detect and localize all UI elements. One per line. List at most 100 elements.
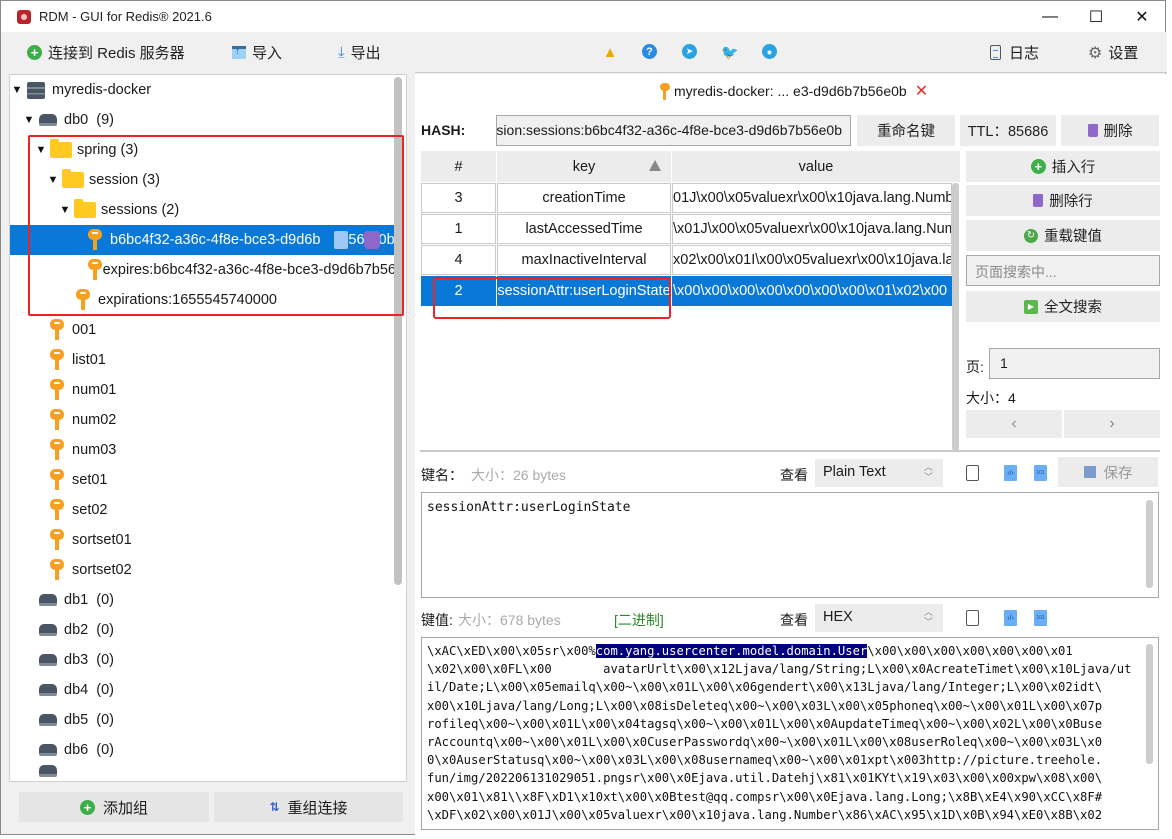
table-scrollbar[interactable] — [952, 183, 959, 451]
hex-scrollbar[interactable] — [1146, 644, 1153, 764]
rename-key-button[interactable]: 重命名键 — [857, 115, 955, 146]
expand-arrow-icon[interactable]: ▼ — [34, 144, 48, 156]
db-count: (9) — [96, 112, 114, 128]
tree-key-item[interactable]: num03 — [10, 435, 396, 465]
github-icon[interactable]: ● — [762, 44, 777, 59]
next-page-button[interactable]: › — [1064, 410, 1160, 438]
row-index-cell[interactable]: 4 — [421, 245, 496, 275]
row-key-cell[interactable]: maxInactiveInterval — [497, 245, 671, 275]
delete-key-icon[interactable] — [364, 231, 380, 249]
expand-arrow-icon[interactable]: ▼ — [22, 114, 36, 126]
key-name-size: 大小：26 bytes — [471, 467, 566, 483]
tree-key-item[interactable]: set01 — [10, 465, 396, 495]
tree-folder-sessions[interactable]: ▼ sessions (2) — [10, 195, 396, 225]
key-value-format-select[interactable]: HEX ︿ ﹀ — [815, 604, 943, 632]
hex-text: rAccountq\x00~\x00\x01L\x00\x0CuserPassw… — [427, 735, 1103, 750]
tree-server-node[interactable]: ▼ myredis-docker — [10, 75, 396, 105]
tree-key-session-selected[interactable]: b6bc4f32-a36c-4f8e-bce3-d9d6b 56 0b — [10, 225, 396, 255]
key-name-format-select[interactable]: Plain Text ︿ ﹀ — [815, 459, 943, 487]
close-window-button[interactable]: ✕ — [1119, 1, 1165, 32]
expand-arrow-icon[interactable]: ▼ — [10, 84, 24, 96]
tree-key-expires[interactable]: expires:b6bc4f32-a36c-4f8e-bce3-d9d6b7b5… — [10, 255, 396, 285]
tree-key-item[interactable]: 001 — [10, 315, 396, 345]
code-file-icon[interactable]: ‹/› — [1004, 465, 1017, 481]
database-icon — [39, 684, 57, 696]
delete-key-button[interactable]: 删除 — [1061, 115, 1159, 146]
export-button[interactable]: ⤓ 导出 — [338, 42, 381, 63]
tree-folder-session[interactable]: ▼ session (3) — [10, 165, 396, 195]
row-value-cell[interactable]: \x00\x00\x00\x00\x00\x00\x00\x01\x02\x00 — [672, 276, 952, 306]
delete-row-button[interactable]: 删除行 — [966, 185, 1160, 216]
regroup-connections-button[interactable]: ⇅ 重组连接 — [214, 792, 403, 822]
tree-scrollbar[interactable] — [394, 77, 402, 585]
tree-db0-node[interactable]: ▼ db0 (9) — [10, 105, 396, 135]
column-header-index[interactable]: # — [421, 151, 496, 182]
connect-server-button[interactable]: + 连接到 Redis 服务器 — [27, 42, 185, 63]
copy-clipboard-icon[interactable] — [966, 465, 979, 481]
copy-clipboard-icon[interactable] — [966, 610, 979, 626]
close-tab-icon[interactable]: ✕ — [915, 81, 928, 101]
row-index-cell[interactable]: 3 — [421, 183, 496, 213]
import-button[interactable]: 导入 — [232, 42, 282, 63]
row-value-cell[interactable]: 01J\x00\x05valuexr\x00\x10java.lang.Numb… — [672, 183, 952, 213]
page-number-input[interactable]: 1 — [989, 348, 1160, 379]
tree-folder-spring[interactable]: ▼ spring (3) — [10, 135, 396, 165]
tree-key-item[interactable]: set02 — [10, 495, 396, 525]
db-count: (0) — [96, 742, 114, 758]
row-key-cell[interactable]: sessionAttr:userLoginState — [497, 276, 671, 306]
add-icon: + — [27, 45, 42, 60]
tree-key-item[interactable]: num02 — [10, 405, 396, 435]
row-index-cell[interactable]: 2 — [421, 276, 496, 306]
tree-key-item[interactable]: sortset02 — [10, 555, 396, 585]
key-name-textarea[interactable]: sessionAttr:userLoginState — [421, 492, 1159, 598]
save-button[interactable]: 保存 — [1058, 457, 1158, 487]
reload-value-button[interactable]: ↻ 重载键值 — [966, 220, 1160, 251]
fulltext-search-button[interactable]: ▶ 全文搜索 — [966, 291, 1160, 322]
binary-file-icon[interactable]: 101 — [1034, 465, 1047, 481]
code-file-icon[interactable]: ‹/› — [1004, 610, 1017, 626]
tree-db-node[interactable]: db2 (0) — [10, 615, 396, 645]
hex-line: \xDF\x02\x00\x01J\x00\x05valuexr\x00\x10… — [427, 806, 1147, 824]
help-icon[interactable]: ? — [642, 44, 657, 59]
minimize-button[interactable]: — — [1027, 1, 1073, 32]
twitter-icon[interactable]: 🐦 — [721, 44, 738, 60]
tree-key-item[interactable]: num01 — [10, 375, 396, 405]
row-index-cell[interactable]: 1 — [421, 214, 496, 244]
key-value-hex-viewer[interactable]: \xAC\xED\x00\x05sr\x00%com.yang.usercent… — [421, 637, 1159, 830]
insert-row-button[interactable]: + 插入行 — [966, 151, 1160, 182]
key-name-input[interactable]: spring:session:sessions:b6bc4f32-a36c-4f… — [496, 115, 851, 146]
row-value-cell[interactable]: x02\x00\x01I\x00\x05valuexr\x00\x10java.… — [672, 245, 952, 275]
tree-key-expirations[interactable]: expirations:1655545740000 — [10, 285, 396, 315]
ttl-button[interactable]: TTL：85686 — [960, 115, 1056, 146]
column-header-key[interactable]: key — [497, 151, 671, 182]
row-key-cell[interactable]: lastAccessedTime — [497, 214, 671, 244]
column-header-value[interactable]: value — [672, 151, 960, 182]
tree-db-node[interactable]: db4 (0) — [10, 675, 396, 705]
tab-key-view[interactable]: myredis-docker: ... e3-d9d6b7b56e0b ✕ — [660, 81, 928, 101]
log-button[interactable]: 日志 — [990, 42, 1039, 63]
row-key-cell[interactable]: creationTime — [497, 183, 671, 213]
page-search-input[interactable]: 页面搜索中... — [966, 255, 1160, 286]
tree-db-node-partial[interactable] — [10, 765, 396, 777]
tree-db-node[interactable]: db3 (0) — [10, 645, 396, 675]
tree-key-item[interactable]: sortset01 — [10, 525, 396, 555]
add-group-button[interactable]: + 添加组 — [19, 792, 209, 822]
copy-key-icon[interactable] — [334, 231, 348, 249]
maximize-button[interactable]: ☐ — [1073, 1, 1119, 32]
tree-db-node[interactable]: db5 (0) — [10, 705, 396, 735]
prev-page-button[interactable]: ‹ — [966, 410, 1062, 438]
row-value-cell[interactable]: \x01J\x00\x05valuexr\x00\x10java.lang.Nu… — [672, 214, 952, 244]
tree-key-item[interactable]: list01 — [10, 345, 396, 375]
settings-button[interactable]: ⚙ 设置 — [1088, 42, 1138, 63]
textarea-scrollbar[interactable] — [1146, 500, 1153, 588]
telegram-icon[interactable]: ➤ — [682, 44, 697, 59]
key-icon — [50, 499, 64, 521]
expand-arrow-icon[interactable]: ▼ — [46, 174, 60, 186]
tree-db-node[interactable]: db1 (0) — [10, 585, 396, 615]
key-name: set01 — [72, 472, 108, 488]
warning-icon[interactable]: ▲ — [602, 44, 618, 61]
save-label: 保存 — [1103, 465, 1133, 482]
binary-file-icon[interactable]: 101 — [1034, 610, 1047, 626]
tree-db-node[interactable]: db6 (0) — [10, 735, 396, 765]
expand-arrow-icon[interactable]: ▼ — [58, 204, 72, 216]
